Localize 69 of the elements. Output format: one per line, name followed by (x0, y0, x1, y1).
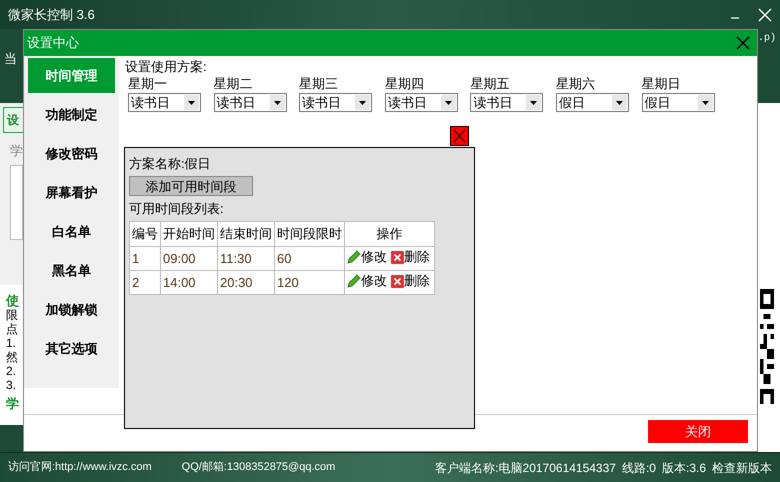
status-text: 客户端名称:电脑20170614154337 (435, 460, 616, 476)
table-cell: 1 (130, 246, 160, 270)
background-text: 当 (3, 51, 18, 67)
table-cell: 20:30 (218, 270, 274, 294)
table-header: 开始时间 (160, 222, 218, 246)
sidebar-tab[interactable]: 功能制定 (28, 97, 115, 132)
day-plan-dropdown[interactable]: 假日 (642, 93, 715, 112)
edit-link[interactable]: 修改 (347, 247, 387, 267)
background-text: 学 (9, 143, 23, 159)
table-cell: 11:30 (218, 246, 274, 270)
edit-link[interactable]: 修改 (347, 271, 387, 291)
table-cell: 09:00 (160, 246, 218, 270)
background-text: 使 (4, 293, 20, 308)
day-label: 星期六 (556, 77, 596, 91)
background-text: 3. (5, 378, 18, 392)
close-button[interactable]: 关闭 (648, 420, 748, 443)
sidebar-tab[interactable]: 屏幕看护 (28, 175, 115, 210)
table-cell: 60 (274, 246, 344, 270)
status-text: 访问官网:http://www.ivzc.com (8, 460, 152, 476)
delete-icon (391, 250, 404, 264)
delete-link[interactable]: 删除 (391, 271, 430, 291)
table-cell: 2 (130, 270, 160, 294)
plan-label: 设置使用方案: (125, 59, 208, 75)
dialog-title: 设置中心 (27, 34, 79, 52)
day-plan-dropdown[interactable]: 读书日 (384, 93, 458, 112)
table-header: 编号 (130, 222, 160, 246)
sidebar-tab[interactable]: 其它选项 (28, 331, 115, 366)
day-plan-dropdown[interactable]: 读书日 (470, 93, 544, 112)
list-label: 可用时间段列表: (129, 201, 224, 217)
sidebar-tab[interactable]: 修改密码 (28, 136, 115, 171)
plan-name: 方案名称:假日 (129, 156, 211, 172)
add-time-slot-button[interactable]: 添加可用时间段 (129, 176, 253, 196)
background-text: 限 (5, 308, 19, 322)
day-label: 星期日 (642, 77, 682, 91)
sidebar-tab[interactable]: 时间管理 (28, 58, 115, 93)
day-label: 星期四 (384, 77, 425, 91)
check-update-link[interactable]: 检查新版本 (712, 458, 772, 476)
status-text: QQ/邮箱:1308352875@qq.com (182, 460, 336, 476)
table-header: 时间段限时 (274, 222, 344, 246)
day-plan-dropdown[interactable]: 读书日 (128, 93, 201, 112)
window-title: 微家长控制 3.6 (8, 6, 95, 24)
delete-link[interactable]: 删除 (391, 247, 430, 267)
sidebar-tab[interactable]: 加锁解锁 (28, 292, 115, 327)
table-cell: 120 (274, 270, 344, 294)
day-plan-dropdown[interactable]: 读书日 (214, 93, 287, 112)
status-text: 版本:3.6 (662, 460, 706, 476)
sidebar-tab[interactable]: 黑名单 (28, 253, 115, 288)
close-icon[interactable] (736, 36, 750, 50)
day-plan-dropdown[interactable]: 假日 (556, 93, 629, 112)
background-text: 1. (5, 336, 18, 350)
table-header: 操作 (344, 222, 434, 246)
pencil-icon (347, 250, 361, 264)
day-label: 星期一 (128, 77, 168, 91)
day-label: 星期二 (214, 77, 254, 91)
status-text: 线路:0 (622, 460, 656, 476)
table-header: 结束时间 (218, 222, 274, 246)
background-text: 2. (5, 364, 18, 378)
background-text: 学 (5, 396, 20, 411)
close-icon[interactable] (450, 126, 469, 146)
day-plan-dropdown[interactable]: 读书日 (299, 93, 372, 112)
background-text: 点 (5, 322, 19, 336)
table-cell: 14:00 (160, 270, 218, 294)
background-text: 然 (5, 350, 19, 364)
delete-icon (391, 274, 404, 288)
day-label: 星期五 (470, 77, 510, 91)
sidebar-tab[interactable]: 白名单 (28, 214, 115, 249)
pencil-icon (347, 274, 361, 288)
day-label: 星期三 (299, 77, 340, 91)
background-text: .p) (758, 32, 778, 46)
